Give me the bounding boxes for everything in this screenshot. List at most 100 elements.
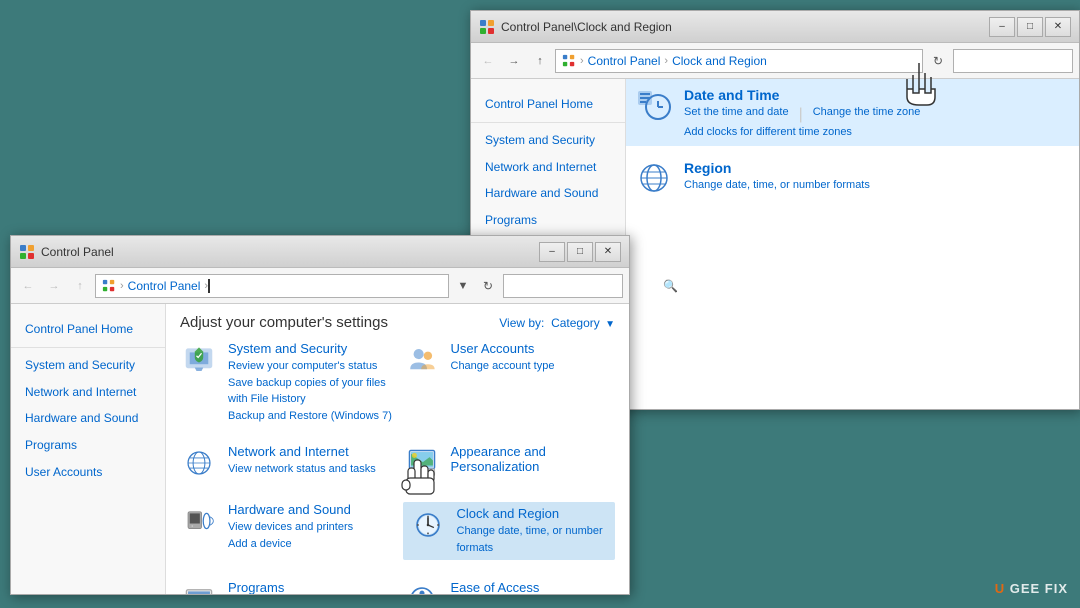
cp-up-button[interactable]: ↑ [69, 275, 91, 297]
hardware-sound-text: Hardware and Sound View devices and prin… [228, 502, 393, 552]
view-by-dropdown[interactable]: Category ▼ [551, 316, 615, 330]
system-security-sub2[interactable]: Save backup copies of your files with Fi… [228, 375, 393, 408]
cp-close-button[interactable]: ✕ [595, 242, 621, 262]
ease-of-access-item: Ease of Access Let Windows suggest setti… [403, 580, 616, 594]
cp-search-box: 🔍 [503, 274, 623, 298]
appearance-title[interactable]: Appearance and Personalization [451, 444, 616, 474]
cp-breadcrumb-home[interactable]: Control Panel [128, 279, 201, 293]
programs-title[interactable]: Programs [228, 580, 393, 594]
cp-main-content: Adjust your computer's settings View by:… [166, 304, 629, 594]
cp-nav-programs[interactable]: Programs [11, 432, 165, 459]
cp-addressbar: ← → ↑ › Control Panel › ▼ [11, 268, 629, 304]
hardware-sound-title[interactable]: Hardware and Sound [228, 502, 393, 517]
clock-region-cat-text: Clock and Region Change date, time, or n… [457, 506, 610, 556]
nav-hardware-sound[interactable]: Hardware and Sound [471, 180, 625, 207]
cp-search-icon[interactable]: 🔍 [663, 279, 678, 293]
cp-nav-user-accounts[interactable]: User Accounts [11, 459, 165, 486]
cp-refresh-button[interactable]: ↻ [477, 275, 499, 297]
region-icon [636, 160, 672, 196]
region-text: Region Change date, time, or number form… [684, 160, 870, 191]
cp-maximize-button[interactable]: □ [567, 242, 593, 262]
desktop: Control Panel\Clock and Region – □ ✕ ← →… [0, 0, 1080, 608]
user-accounts-title[interactable]: User Accounts [451, 341, 616, 356]
change-timezone-link[interactable]: Change the time zone [813, 106, 921, 124]
cp-back-button[interactable]: ← [17, 275, 39, 297]
system-security-sub3[interactable]: Backup and Restore (Windows 7) [228, 408, 393, 425]
nav-divider [471, 122, 625, 123]
maximize-button[interactable]: □ [1017, 17, 1043, 37]
user-accounts-sub1[interactable]: Change account type [451, 358, 616, 375]
system-security-title[interactable]: System and Security [228, 341, 393, 356]
forward-button[interactable]: → [503, 50, 525, 72]
nav-control-panel-home[interactable]: Control Panel Home [471, 91, 625, 118]
cp-breadcrumb: › Control Panel › [102, 279, 208, 293]
set-time-link[interactable]: Set the time and date [684, 106, 789, 124]
hardware-sound-sub2[interactable]: Add a device [228, 536, 393, 553]
close-button[interactable]: ✕ [1045, 17, 1071, 37]
cp-address-field[interactable]: › Control Panel › [95, 274, 449, 298]
cp-nav-system[interactable]: System and Security [11, 352, 165, 379]
cp-nav-network[interactable]: Network and Internet [11, 379, 165, 406]
appearance-icon [403, 444, 441, 482]
programs-item: Programs Uninstall a program [180, 580, 393, 594]
cp-nav-home[interactable]: Control Panel Home [11, 316, 165, 343]
clock-region-cat-icon [409, 506, 447, 544]
system-security-sub1[interactable]: Review your computer's status [228, 358, 393, 375]
cursor-blink [208, 279, 210, 293]
cp-search-input[interactable] [508, 279, 663, 293]
cp-left-nav: Control Panel Home System and Security N… [11, 304, 166, 594]
up-button[interactable]: ↑ [529, 50, 551, 72]
nav-network-internet[interactable]: Network and Internet [471, 154, 625, 181]
network-internet-text: Network and Internet View network status… [228, 444, 393, 478]
search-input[interactable] [958, 54, 1080, 68]
clock-region-cat-title[interactable]: Clock and Region [457, 506, 610, 521]
change-date-formats-link[interactable]: Change date, time, or number formats [684, 179, 870, 191]
clock-region-cat-sub1[interactable]: Change date, time, or number formats [457, 523, 610, 556]
search-box: 🔍 [953, 49, 1073, 73]
ease-of-access-text: Ease of Access Let Windows suggest setti… [451, 580, 616, 594]
appearance-text: Appearance and Personalization [451, 444, 616, 476]
address-field[interactable]: › Control Panel › Clock and Region [555, 49, 923, 73]
cp-window-body: Control Panel Home System and Security N… [11, 304, 629, 594]
add-clocks-link[interactable]: Add clocks for different time zones [684, 126, 852, 138]
user-accounts-icon [403, 341, 441, 379]
network-internet-sub1[interactable]: View network status and tasks [228, 461, 393, 478]
hardware-sound-sub1[interactable]: View devices and printers [228, 519, 393, 536]
system-security-icon [180, 341, 218, 379]
date-time-item: Date and Time Set the time and date | Ch… [626, 79, 1079, 146]
cp-page-title: Adjust your computer's settings [180, 314, 388, 331]
categories-grid: System and Security Review your computer… [180, 341, 615, 594]
date-time-links2: Add clocks for different time zones [684, 126, 920, 138]
region-title[interactable]: Region [684, 160, 870, 176]
cp-forward-button[interactable]: → [43, 275, 65, 297]
refresh-button[interactable]: ↻ [927, 50, 949, 72]
clock-region-titlebar: Control Panel\Clock and Region – □ ✕ [471, 11, 1079, 43]
cp-nav-hardware[interactable]: Hardware and Sound [11, 405, 165, 432]
ease-of-access-title[interactable]: Ease of Access [451, 580, 616, 594]
clock-region-title: Control Panel\Clock and Region [501, 20, 989, 34]
breadcrumb-control-panel[interactable]: Control Panel [588, 54, 661, 68]
clock-region-addressbar: ← → ↑ › Control Panel › Clock and Region [471, 43, 1079, 79]
hardware-sound-item: Hardware and Sound View devices and prin… [180, 502, 393, 560]
date-time-title[interactable]: Date and Time [684, 87, 920, 103]
hardware-sound-icon [180, 502, 218, 540]
clock-region-items: Date and Time Set the time and date | Ch… [626, 79, 1079, 409]
cp-window-icon [19, 244, 35, 260]
date-time-text: Date and Time Set the time and date | Ch… [684, 87, 920, 138]
window-icon [479, 19, 495, 35]
view-by: View by: Category ▼ [499, 316, 615, 330]
back-button[interactable]: ← [477, 50, 499, 72]
cp-minimize-button[interactable]: – [539, 242, 565, 262]
breadcrumb-clock-region[interactable]: Clock and Region [672, 54, 767, 68]
appearance-item: Appearance and Personalization [403, 444, 616, 482]
network-internet-title[interactable]: Network and Internet [228, 444, 393, 459]
nav-system-security[interactable]: System and Security [471, 127, 625, 154]
cp-window-title: Control Panel [41, 245, 539, 259]
user-accounts-item: User Accounts Change account type [403, 341, 616, 424]
system-security-item: System and Security Review your computer… [180, 341, 393, 424]
minimize-button[interactable]: – [989, 17, 1015, 37]
cp-titlebar: Control Panel – □ ✕ [11, 236, 629, 268]
region-links: Change date, time, or number formats [684, 179, 870, 191]
cp-dropdown-btn[interactable]: ▼ [455, 275, 471, 297]
nav-programs[interactable]: Programs [471, 207, 625, 234]
